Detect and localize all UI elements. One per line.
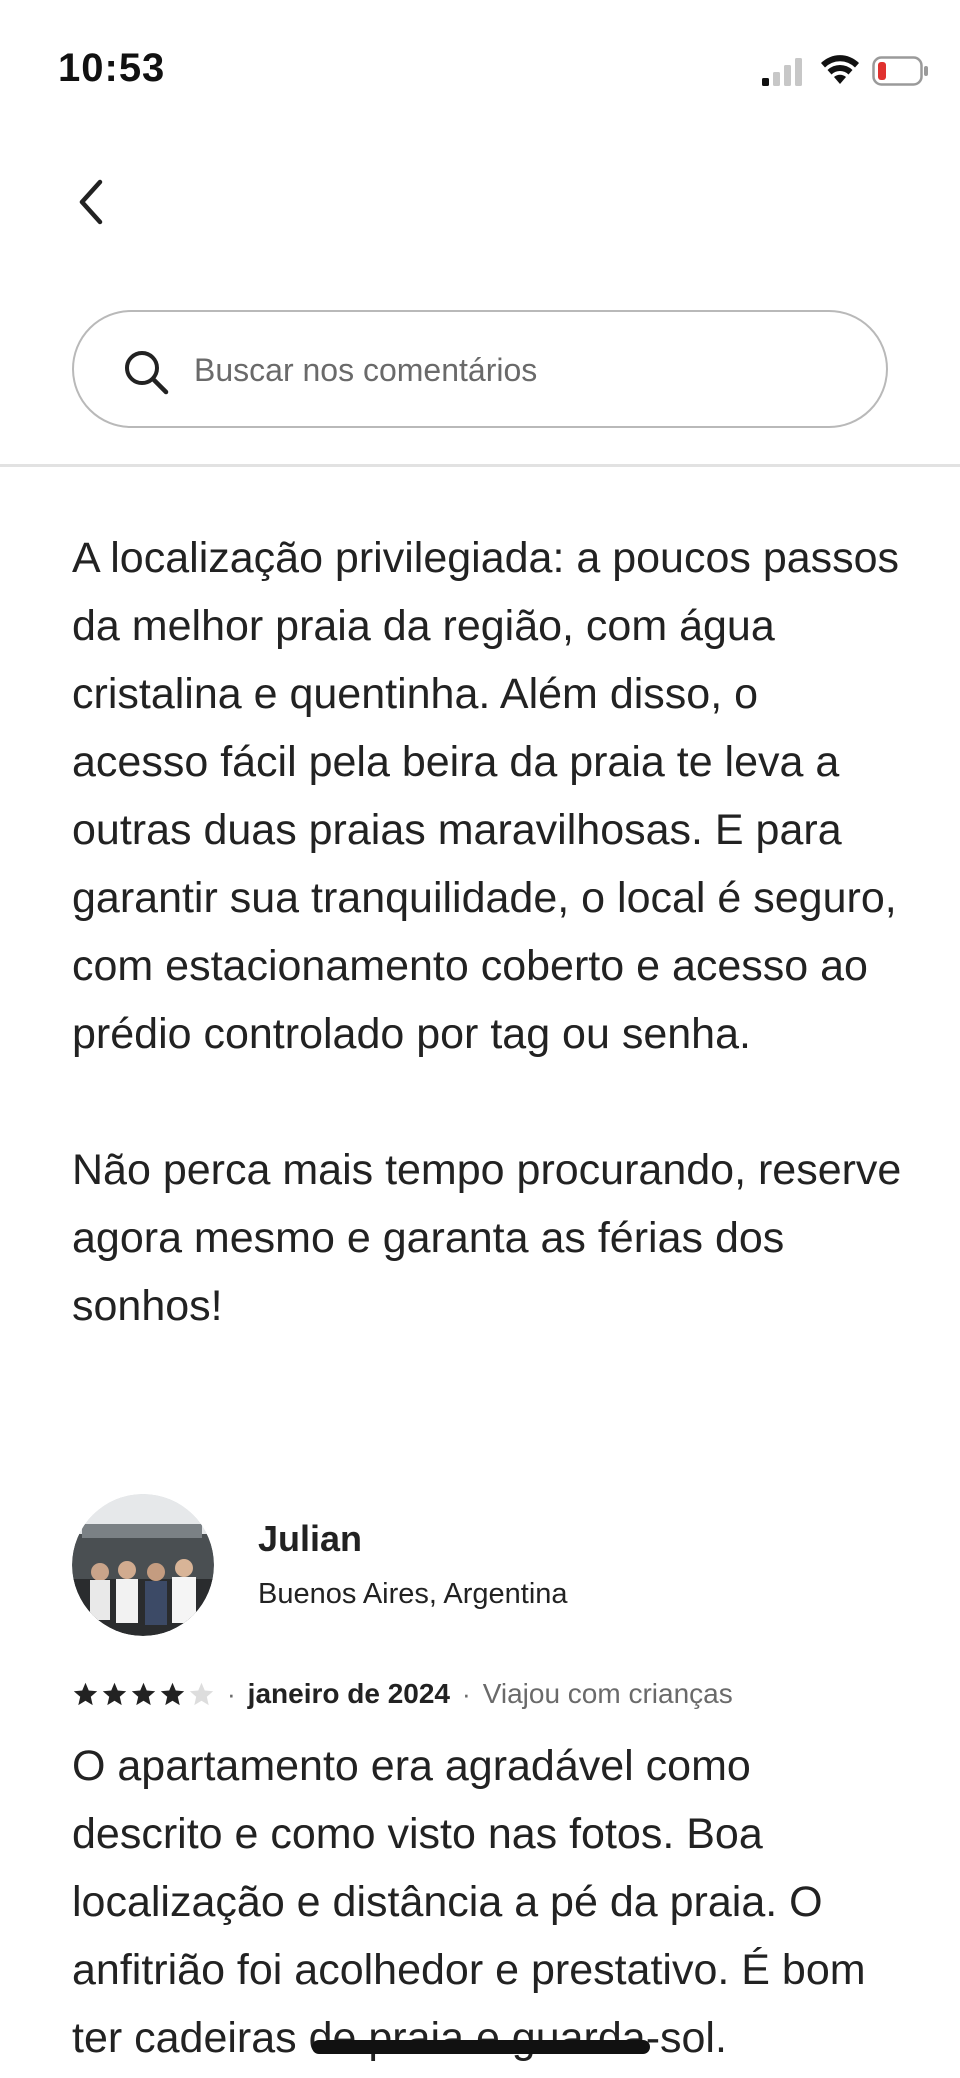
search-input[interactable] bbox=[194, 340, 814, 400]
star-filled-icon bbox=[131, 1682, 156, 1705]
status-bar: 10:53 bbox=[0, 0, 960, 120]
description-paragraph: Não perca mais tempo procurando, reserve… bbox=[72, 1146, 902, 1330]
divider bbox=[0, 464, 960, 467]
star-filled-icon bbox=[160, 1682, 185, 1705]
review-meta: · janeiro de 2024 · Viajou com crianças bbox=[72, 1674, 902, 1714]
separator-dot: · bbox=[462, 1678, 471, 1709]
cellular-signal-icon bbox=[762, 58, 802, 86]
trip-type: Viajou com crianças bbox=[482, 1678, 733, 1709]
separator-dot: · bbox=[227, 1678, 236, 1709]
battery-icon bbox=[872, 56, 928, 86]
home-indicator[interactable] bbox=[312, 2040, 650, 2054]
star-filled-icon bbox=[102, 1682, 127, 1705]
star-empty-icon bbox=[189, 1682, 214, 1705]
reviewer-header[interactable]: Julian Buenos Aires, Argentina bbox=[72, 1494, 902, 1636]
description-paragraph: A localização privilegiada: a poucos pas… bbox=[72, 534, 900, 1058]
status-time: 10:53 bbox=[58, 46, 166, 90]
search-icon bbox=[125, 351, 169, 395]
listing-description: A localização privilegiada: a poucos pas… bbox=[72, 524, 902, 1340]
avatar[interactable] bbox=[72, 1494, 214, 1636]
reviewer-location: Buenos Aires, Argentina bbox=[258, 1578, 568, 1610]
back-button[interactable] bbox=[70, 176, 114, 228]
review-date: janeiro de 2024 bbox=[247, 1678, 451, 1709]
review-text: O apartamento era agradável como descrit… bbox=[72, 1742, 866, 2062]
search-box[interactable] bbox=[72, 310, 888, 428]
wifi-icon bbox=[821, 55, 859, 84]
star-filled-icon bbox=[73, 1682, 98, 1705]
reviewer-name[interactable]: Julian bbox=[258, 1518, 362, 1560]
star-rating bbox=[72, 1681, 215, 1708]
